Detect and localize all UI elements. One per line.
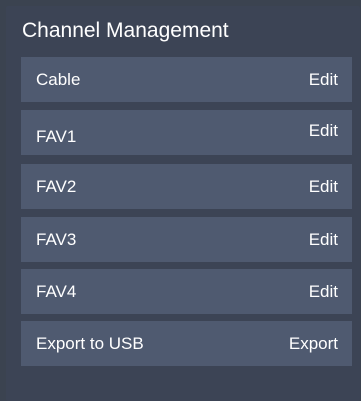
menu-item-fav4[interactable]: FAV4 Edit — [21, 269, 352, 314]
export-button[interactable]: Export — [289, 334, 338, 354]
menu-item-label: FAV1 — [36, 127, 77, 146]
edit-button[interactable]: Edit — [309, 177, 338, 197]
edit-button[interactable]: Edit — [309, 121, 338, 141]
menu-item-cable[interactable]: Cable Edit — [21, 57, 352, 102]
menu-item-fav1[interactable]: FAV1 Edit — [21, 110, 352, 155]
menu-item-export-to-usb[interactable]: Export to USB Export — [21, 321, 352, 366]
menu-item-label: Cable — [36, 70, 81, 89]
menu-item-fav2[interactable]: FAV2 Edit — [21, 164, 352, 209]
menu-item-label: Export to USB — [36, 334, 144, 353]
edit-button[interactable]: Edit — [309, 70, 338, 90]
menu-item-label: FAV2 — [36, 177, 77, 196]
menu-item-label: FAV4 — [36, 282, 77, 301]
page-title: Channel Management — [22, 19, 229, 42]
menu-item-label: FAV3 — [36, 230, 77, 249]
edit-button[interactable]: Edit — [309, 282, 338, 302]
edit-button[interactable]: Edit — [309, 230, 338, 250]
menu-item-fav3[interactable]: FAV3 Edit — [21, 217, 352, 262]
channel-management-panel: Channel Management Cable Edit FAV1 Edit … — [6, 6, 360, 401]
